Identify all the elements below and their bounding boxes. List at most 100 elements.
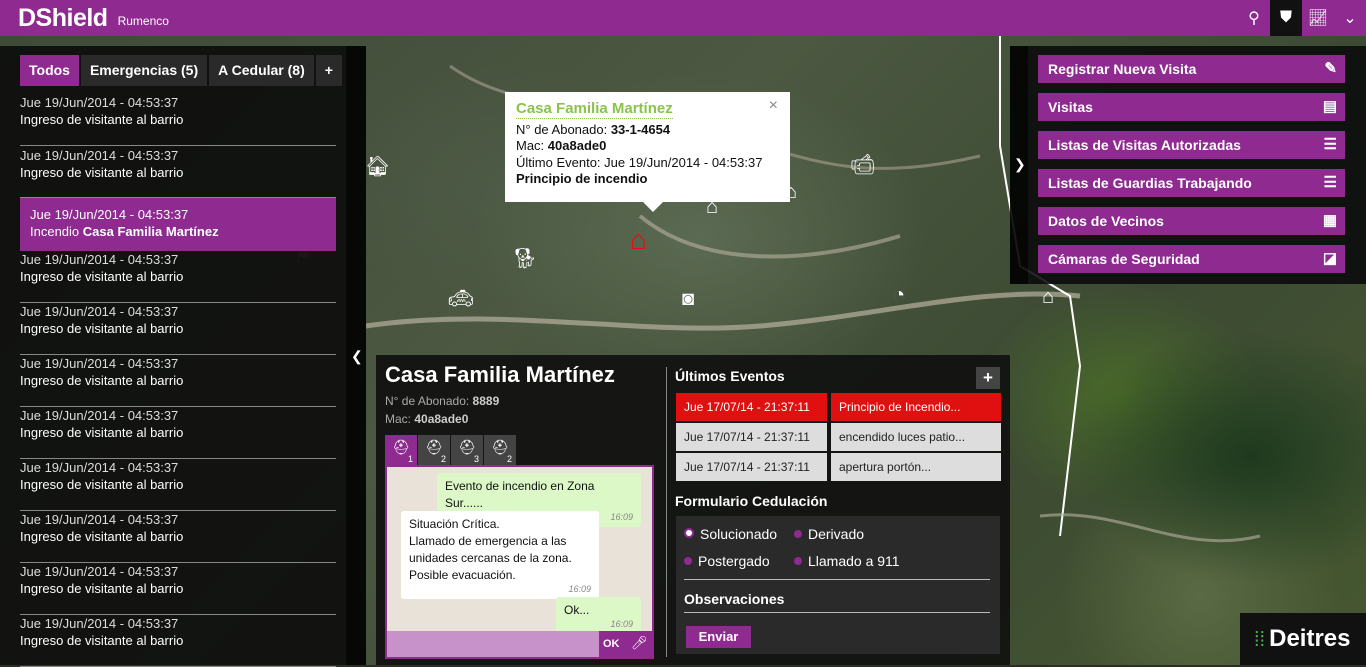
event-text: Ingreso de visitante al barrio [20, 581, 184, 596]
event-text: Ingreso de visitante al barrio [20, 112, 184, 127]
chevron-down-icon[interactable]: ⌄ [1334, 0, 1366, 36]
add-event-button[interactable]: + [976, 367, 1000, 389]
popup-last-event-date: Último Evento: Jue 19/Jun/2014 - 04:53:3… [516, 154, 763, 170]
divider [684, 579, 990, 580]
guardias-button[interactable]: Listas de Guardias Trabajando ☰ [1038, 169, 1345, 197]
list-icon: ☰ [1323, 136, 1337, 153]
event-date: Jue 19/Jun/2014 - 04:53:37 [20, 408, 179, 423]
alarm-house-icon[interactable]: ⌂ [630, 224, 647, 256]
event-date: Jue 19/Jun/2014 - 04:53:37 [30, 207, 189, 222]
add-tab-button[interactable]: + [315, 55, 342, 86]
guard-channel-tab[interactable]: ⛑ 2 [484, 435, 516, 465]
camera-icon: ◪ [1322, 250, 1337, 267]
filter-tabs: Todos Emergencias (5) A Cedular (8) + [20, 55, 342, 86]
channel-tabs: ⛑ 1 ⛑ 2 ⛑ 3 ⛑ 2 [385, 435, 516, 465]
event-text: Ingreso de visitante al barrio [20, 633, 184, 648]
camera-icon[interactable]: 📹︎ [850, 152, 875, 177]
event-text: Ingreso de visitante al barrio [20, 269, 184, 284]
list-item[interactable]: Jue 19/Jun/2014 - 04:53:37 Ingreso de vis… [20, 459, 336, 511]
list-item-selected[interactable]: Jue 19/Jun/2014 - 04:53:37 Incendio Casa … [20, 198, 336, 251]
dog-icon[interactable]: 🐕︎ [512, 246, 537, 271]
observaciones-label[interactable]: Observaciones [684, 591, 784, 607]
id-card-icon: ▤ [1322, 98, 1337, 115]
event-text: Ingreso de visitante al barrio [20, 529, 184, 544]
guard-channel-tab[interactable]: ⛑ 1 [385, 435, 417, 465]
radio-llamado-911[interactable]: Llamado a 911 [794, 553, 900, 569]
divider [666, 367, 667, 657]
event-text: Ingreso de visitante al barrio [20, 373, 184, 388]
list-item[interactable]: Jue 19/Jun/2014 - 04:53:37 Ingreso de vis… [20, 251, 336, 303]
chevron-left-icon: ❮ [351, 348, 363, 364]
event-text: Incendio [30, 224, 83, 239]
guardhouse-icon[interactable]: ⌂ [1042, 286, 1054, 309]
guard-icon: ⛑ [425, 439, 443, 455]
map-popup: × Casa Familia Martínez N° de Abonado: 3… [505, 92, 790, 212]
popup-title[interactable]: Casa Familia Martínez [516, 100, 673, 119]
collapse-right-button[interactable]: ❯ [1010, 46, 1028, 284]
collapse-left-button[interactable]: ❮ [346, 46, 366, 665]
radio-solucionado[interactable]: Solucionado [684, 526, 777, 542]
tab-a-cedular[interactable]: A Cedular (8) [209, 55, 314, 86]
list-item[interactable]: Jue 19/Jun/2014 - 04:53:37 Ingreso de vis… [20, 407, 336, 459]
taxi-icon[interactable]: 🚕︎ [448, 286, 473, 311]
event-date: Jue 19/Jun/2014 - 04:53:37 [20, 304, 179, 319]
top-bar: DShield Rumenco ⚲ ⛊ 📈︎ ⌄ [0, 0, 1366, 36]
visitas-autorizadas-button[interactable]: Listas de Visitas Autorizadas ☰ [1038, 131, 1345, 159]
chat-input-bar: OK 🎤︎ [387, 631, 652, 657]
tab-todos[interactable]: Todos [20, 55, 79, 86]
close-icon[interactable]: × [769, 97, 778, 115]
event-date: Jue 19/Jun/2014 - 04:53:37 [20, 252, 179, 267]
list-item[interactable]: Jue 19/Jun/2014 - 04:53:37 Ingreso de vis… [20, 563, 336, 615]
list-item[interactable]: Jue 19/Jun/2014 - 04:53:37 Ingreso de vis… [20, 146, 336, 198]
microphone-icon[interactable]: 🎤︎ [631, 635, 648, 651]
app-title: DShield [18, 3, 108, 32]
popup-mac: Mac: 40a8ade0 [516, 138, 607, 153]
datos-vecinos-button[interactable]: Datos de Vecinos ▦ [1038, 207, 1345, 235]
list-icon: ☰ [1323, 174, 1337, 191]
list-item[interactable]: Jue 19/Jun/2014 - 04:53:37 Ingreso de vis… [20, 303, 336, 355]
chat-window: Evento de incendio en Zona Sur...... 16:0… [385, 465, 654, 659]
gauge-icon[interactable]: ◔ [893, 284, 905, 307]
logo-mark-icon: ⁞⁞ [1254, 629, 1266, 651]
chat-message: Situación Crítica. Llamado de emergencia … [401, 511, 599, 599]
event-text: Ingreso de visitante al barrio [20, 165, 184, 180]
radio-derivado[interactable]: Derivado [794, 526, 864, 542]
deitres-logo: ⁞⁞ Deitres [1240, 613, 1366, 665]
guard-icon: ⛑ [491, 439, 509, 455]
event-date: Jue 19/Jun/2014 - 04:53:37 [20, 356, 179, 371]
guard-icon: ⛑ [392, 439, 410, 455]
house-icon[interactable]: 🏠︎ [365, 154, 390, 179]
registrar-visita-button[interactable]: Registrar Nueva Visita ✎ [1038, 55, 1345, 83]
chevron-right-icon: ❯ [1014, 156, 1026, 172]
list-item[interactable]: Jue 19/Jun/2014 - 04:53:37 Ingreso de vis… [20, 94, 336, 146]
chart-line-icon[interactable]: 📈︎ [1302, 0, 1334, 36]
event-text: Ingreso de visitante al barrio [20, 425, 184, 440]
radio-postergado[interactable]: Postergado [684, 553, 770, 569]
list-item[interactable]: Jue 19/Jun/2014 - 04:53:37 Ingreso de vis… [20, 615, 336, 667]
detail-title: Casa Familia Martínez [385, 362, 615, 387]
events-panel: Todos Emergencias (5) A Cedular (8) + Ju… [0, 46, 346, 667]
visitas-button[interactable]: Visitas ▤ [1038, 93, 1345, 121]
event-text: Ingreso de visitante al barrio [20, 321, 184, 336]
enviar-button[interactable]: Enviar [686, 626, 751, 648]
app-subtitle: Rumenco [117, 14, 169, 28]
guard-channel-tab[interactable]: ⛑ 3 [451, 435, 483, 465]
event-date: Jue 19/Jun/2014 - 04:53:37 [20, 148, 179, 163]
event-date: Jue 19/Jun/2014 - 04:53:37 [20, 460, 179, 475]
camaras-button[interactable]: Cámaras de Seguridad ◪ [1038, 245, 1345, 273]
tab-emergencias[interactable]: Emergencias (5) [80, 55, 208, 86]
guard-channel-tab[interactable]: ⛑ 2 [418, 435, 450, 465]
event-date: Jue 19/Jun/2014 - 04:53:37 [20, 95, 179, 110]
actions-menu: Registrar Nueva Visita ✎ Visitas ▤ Listas … [1028, 46, 1366, 284]
shield-badge-icon[interactable]: ⛊ [1270, 0, 1302, 36]
chat-input[interactable] [387, 631, 599, 657]
send-ok-button[interactable]: OK [603, 631, 620, 657]
observaciones-field[interactable] [684, 612, 990, 613]
list-item[interactable]: Jue 19/Jun/2014 - 04:53:37 Ingreso de vis… [20, 511, 336, 563]
event-list: Jue 19/Jun/2014 - 04:53:37 Ingreso de vis… [20, 94, 336, 667]
list-item[interactable]: Jue 19/Jun/2014 - 04:53:37 Ingreso de vis… [20, 355, 336, 407]
location-pin-icon[interactable]: ⚲ [1238, 0, 1270, 36]
android-icon[interactable]: ◙ [682, 288, 694, 311]
detail-panel: Casa Familia Martínez N° de Abonado: 888… [376, 355, 1010, 665]
detail-info: N° de Abonado: 8889 Mac: 40a8ade0 [385, 394, 500, 426]
